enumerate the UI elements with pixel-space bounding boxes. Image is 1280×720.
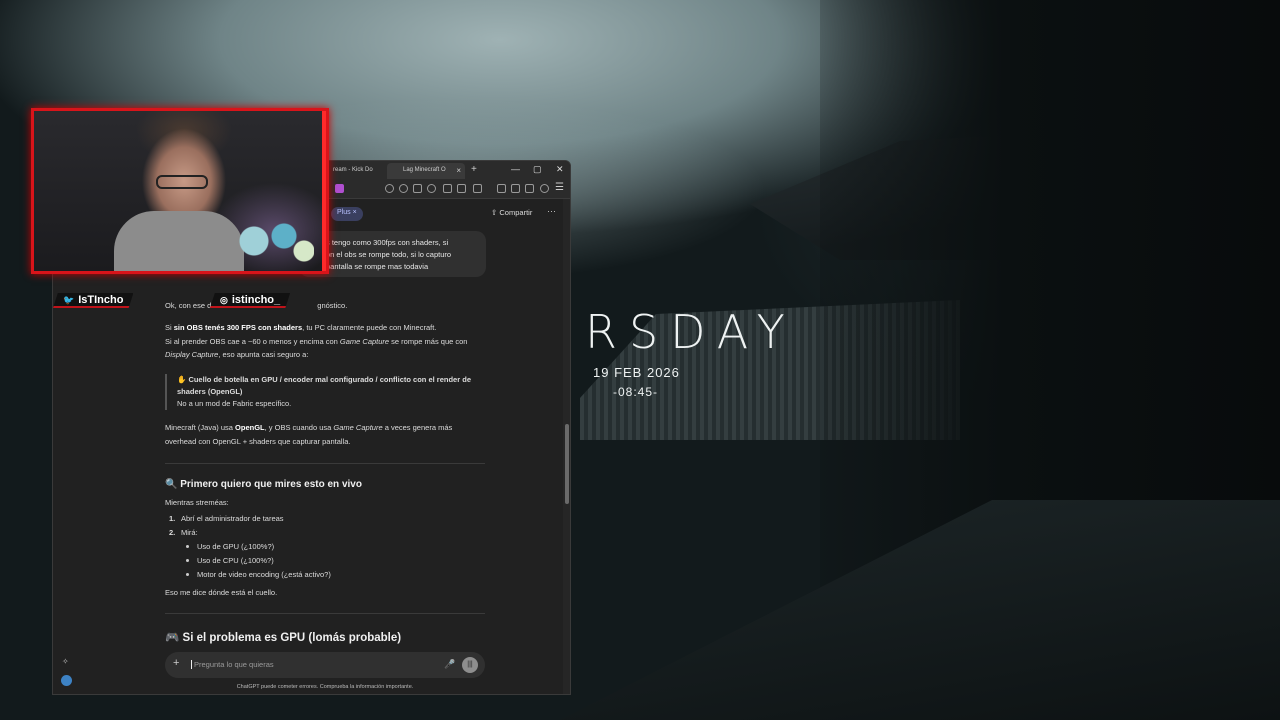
instagram-handle-badge: ◎ istincho_ — [210, 293, 291, 308]
p2d: Display Capture — [165, 350, 219, 359]
user-message-line: pantalla se rompe mas todavia — [326, 262, 429, 271]
twitter-icon: 🐦 — [63, 295, 75, 305]
extension-icon[interactable] — [413, 184, 422, 193]
p3b: OpenGL — [235, 423, 265, 432]
p3e: a veces genera más — [382, 423, 453, 432]
check-cpu: Uso de CPU (¿100%?) — [197, 556, 274, 565]
twitter-handle-badge: 🐦 IsTIncho — [53, 293, 134, 308]
heading-gpu-b: más probable) — [322, 632, 402, 644]
heading-live: 🔍 Primero quiero que mires esto en vivo — [165, 479, 362, 490]
conclusion: Eso me dice dónde está el cuello. — [165, 588, 278, 597]
p3d: Game Capture — [333, 423, 383, 432]
p2a: Si al prender OBS cae a ~60 o menos y en… — [165, 336, 340, 346]
instagram-icon: ◎ — [220, 295, 228, 305]
assistant-paragraph-3: Minecraft (Java) usa OpenGL, y OBS cuand… — [165, 421, 495, 448]
close-window-icon[interactable]: ✕ — [556, 164, 564, 175]
intro-end: gnóstico. — [317, 301, 348, 310]
instagram-handle: istincho_ — [231, 294, 281, 306]
p1-bold: sin OBS tenés 300 FPS con shaders — [173, 323, 303, 332]
webcam-red-light — [322, 111, 326, 271]
check-encoder: Motor de video encoding (¿está activo?) — [197, 570, 331, 579]
magnifier-icon: 🔍 — [165, 479, 178, 490]
favorites-icon[interactable] — [525, 184, 534, 193]
webcam-person-shirt — [114, 211, 244, 271]
webcam-overlay — [31, 108, 329, 274]
scrollbar-thumb[interactable] — [565, 424, 569, 504]
maximize-icon[interactable]: ▢ — [533, 164, 542, 175]
tab-kick[interactable]: ream - Kick Do — [327, 163, 385, 179]
extension-icon[interactable] — [427, 184, 436, 193]
webcam-person-glasses — [156, 175, 208, 189]
extension-icon[interactable] — [457, 184, 466, 193]
step-number: 1. — [169, 514, 176, 523]
model-badge[interactable]: Plus × — [331, 207, 363, 221]
attach-plus-icon[interactable]: + — [173, 657, 179, 669]
extension-icon[interactable] — [335, 184, 344, 193]
clock-date: 19 FEB 2026 — [593, 365, 680, 380]
tab-chatgpt[interactable]: Lag Minecraft O × — [387, 163, 465, 179]
extension-icon[interactable] — [399, 184, 408, 193]
tab-kick-label: ream - Kick Do — [333, 167, 373, 173]
desktop-clock-widget: RSDAY 19 FEB 2026 -08:45- — [585, 305, 855, 399]
p3c: , y OBS cuando usa — [264, 423, 334, 432]
new-tab-icon[interactable]: + — [471, 164, 477, 175]
step-number: 2. — [169, 528, 176, 537]
heading-live-text: Primero quiero que mires esto en vivo — [180, 479, 362, 490]
tab-search-icon[interactable] — [511, 184, 520, 193]
sparkle-icon[interactable]: ✧ — [62, 657, 69, 666]
p2e: , eso apunta casi seguro a: — [218, 350, 309, 359]
chat-composer[interactable]: + Pregunta lo que quieras 🎤 ||| — [165, 652, 485, 678]
heading-gpu-a: Si el problema es GPU (lo — [182, 632, 323, 644]
clock-time: -08:45- — [613, 385, 659, 399]
p2c: se rompe más que con — [389, 336, 468, 346]
microphone-icon[interactable]: 🎤 — [444, 659, 455, 670]
divider — [165, 613, 485, 614]
disclaimer-footer: ChatGPT puede cometer errores. Comprueba… — [236, 684, 414, 690]
tab-close-icon[interactable]: × — [456, 166, 461, 175]
share-label: Compartir — [499, 208, 533, 217]
assistant-paragraph-1: Si sin OBS tenés 300 FPS con shaders, tu… — [165, 321, 495, 362]
chat-input[interactable]: Pregunta lo que quieras — [191, 660, 274, 669]
bullet — [186, 545, 189, 548]
minimize-icon[interactable]: — — [511, 164, 520, 174]
step-1: Abrí el administrador de tareas — [181, 514, 284, 523]
p2b: Game Capture — [339, 336, 390, 346]
share-icon: ⇧ — [491, 208, 498, 217]
heading-gpu: 🎮 Si el problema es GPU (lomás probable) — [165, 630, 401, 644]
tab-chatgpt-label: Lag Minecraft O — [403, 167, 446, 173]
menu-icon[interactable]: ☰ — [555, 182, 564, 193]
extension-icon[interactable] — [473, 184, 482, 193]
twitter-handle: IsTIncho — [78, 294, 124, 306]
p3a: Minecraft (Java) usa — [165, 423, 236, 432]
share-button[interactable]: ⇧ Compartir — [491, 208, 532, 217]
check-gpu: Uso de GPU (¿100%?) — [197, 542, 275, 551]
hand-icon: ✋ — [177, 375, 187, 384]
webcam-figures — [234, 211, 314, 271]
sidebar-icon[interactable] — [497, 184, 506, 193]
user-message-line: s tengo como 300fps con shaders, si — [326, 238, 449, 247]
user-message-line: on el obs se rompe todo, si lo capturo — [326, 250, 452, 259]
step-2: Mirá: — [181, 528, 198, 537]
extension-icon[interactable] — [385, 184, 394, 193]
voice-mode-icon[interactable]: ||| — [462, 657, 478, 673]
quote-bold: Cuello de botella en GPU / encoder mal c… — [177, 375, 471, 396]
p3f: overhead con OpenGL + shaders que captur… — [165, 436, 351, 446]
p1-post: , tu PC claramente puede con Minecraft. — [302, 323, 437, 332]
p1-pre: Si — [165, 323, 174, 332]
account-avatar[interactable] — [61, 675, 72, 686]
bullet — [186, 559, 189, 562]
intro-start: Ok, con ese d — [165, 301, 212, 310]
streaming-label: Mientras streméas: — [165, 498, 229, 507]
assistant-blockquote: ✋ Cuello de botella en GPU / encoder mal… — [165, 374, 495, 410]
clock-weekday: RSDAY — [585, 305, 797, 359]
gamepad-icon: 🎮 — [165, 632, 180, 644]
copilot-icon[interactable] — [540, 184, 549, 193]
bullet — [186, 573, 189, 576]
more-options-icon[interactable]: ··· — [547, 206, 556, 216]
quote-line2: No a un mod de Fabric específico. — [177, 399, 292, 408]
divider — [165, 463, 485, 464]
extension-icon[interactable] — [443, 184, 452, 193]
model-badge-label: Plus — [337, 209, 351, 216]
scrollbar[interactable] — [563, 199, 570, 694]
